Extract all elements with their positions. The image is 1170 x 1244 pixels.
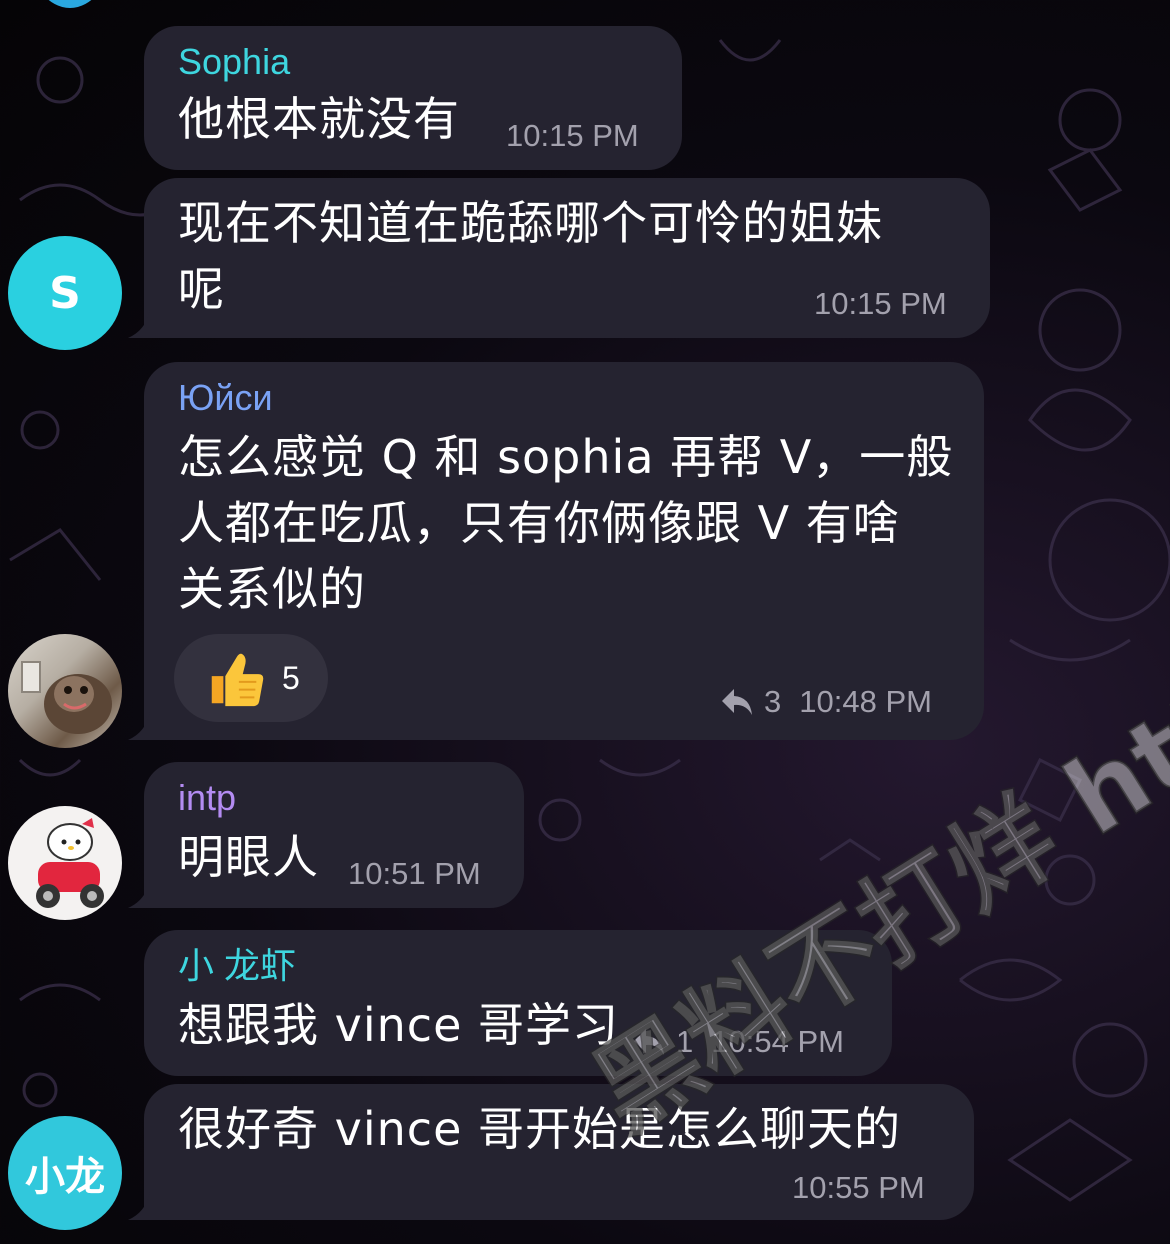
message-text: 明眼人 — [178, 830, 319, 884]
message-bubble-xiaolongxia-1[interactable]: 小 龙虾 想跟我 vince 哥学习 1 10:54 PM — [144, 930, 892, 1076]
bubble-tail — [128, 310, 158, 338]
message-meta: 1 10:54 PM — [632, 1024, 844, 1060]
sender-name[interactable]: intp — [178, 774, 236, 822]
message-time: 10:51 PM — [348, 856, 481, 891]
hello-kitty-image — [36, 818, 104, 908]
sender-name[interactable]: Юйси — [178, 374, 273, 422]
reaction-count: 5 — [282, 659, 300, 696]
reply-arrow-icon[interactable] — [720, 687, 754, 717]
message-time: 10:48 PM — [799, 684, 932, 719]
message-text-line-2: 人都在吃瓜，只有你俩像跟 V 有啥 — [178, 496, 900, 550]
reply-count[interactable]: 3 — [764, 684, 781, 720]
bubble-tail — [128, 1192, 158, 1220]
avatar-text: 小龙 — [25, 1154, 105, 1200]
message-text: 很好奇 vince 哥开始是怎么聊天的 — [178, 1102, 901, 1156]
message-text: 想跟我 vince 哥学习 — [178, 998, 619, 1052]
reply-arrow-icon[interactable] — [632, 1027, 666, 1057]
message-bubble-sophia-1[interactable]: Sophia 他根本就没有 10:15 PM — [144, 26, 682, 170]
avatar-yuisi[interactable] — [8, 634, 122, 748]
message-time: 10:15 PM — [814, 286, 947, 321]
avatar-intp[interactable] — [8, 806, 122, 920]
message-time: 10:55 PM — [792, 1170, 925, 1205]
message-text-line-3: 关系似的 — [178, 562, 366, 616]
message-bubble-xiaolongxia-2[interactable]: 很好奇 vince 哥开始是怎么聊天的 10:55 PM — [144, 1084, 974, 1220]
message-bubble-yuisi[interactable]: Юйси 怎么感觉 Q 和 sophia 再帮 V，一般 人都在吃瓜，只有你俩像… — [144, 362, 984, 740]
message-text: 他根本就没有 — [178, 92, 460, 146]
message-meta: 3 10:48 PM — [720, 684, 932, 720]
message-time: 10:54 PM — [711, 1024, 844, 1059]
avatar-sophia[interactable]: S — [8, 236, 122, 350]
reply-count[interactable]: 1 — [676, 1024, 693, 1060]
message-time: 10:15 PM — [506, 118, 639, 153]
bubble-tail — [128, 880, 158, 908]
message-bubble-sophia-2[interactable]: 现在不知道在跪舔哪个可怜的姐妹 呢 10:15 PM — [144, 178, 990, 338]
message-text-line-2: 呢 — [178, 262, 225, 316]
message-text-line-1: 怎么感觉 Q 和 sophia 再帮 V，一般 — [178, 430, 954, 484]
reaction-thumbs-up[interactable]: 5 — [174, 634, 328, 722]
bubble-tail — [128, 712, 158, 740]
avatar-letter: S — [49, 267, 81, 319]
sender-name[interactable]: Sophia — [178, 38, 290, 86]
cat-photo-image — [21, 661, 112, 734]
message-text-line-1: 现在不知道在跪舔哪个可怜的姐妹 — [178, 196, 883, 250]
thumbs-up-icon — [211, 653, 264, 707]
message-bubble-intp[interactable]: intp 明眼人 10:51 PM — [144, 762, 524, 908]
sender-name[interactable]: 小 龙虾 — [178, 942, 296, 990]
avatar-xiaolongxia[interactable]: 小龙 — [8, 1116, 122, 1230]
